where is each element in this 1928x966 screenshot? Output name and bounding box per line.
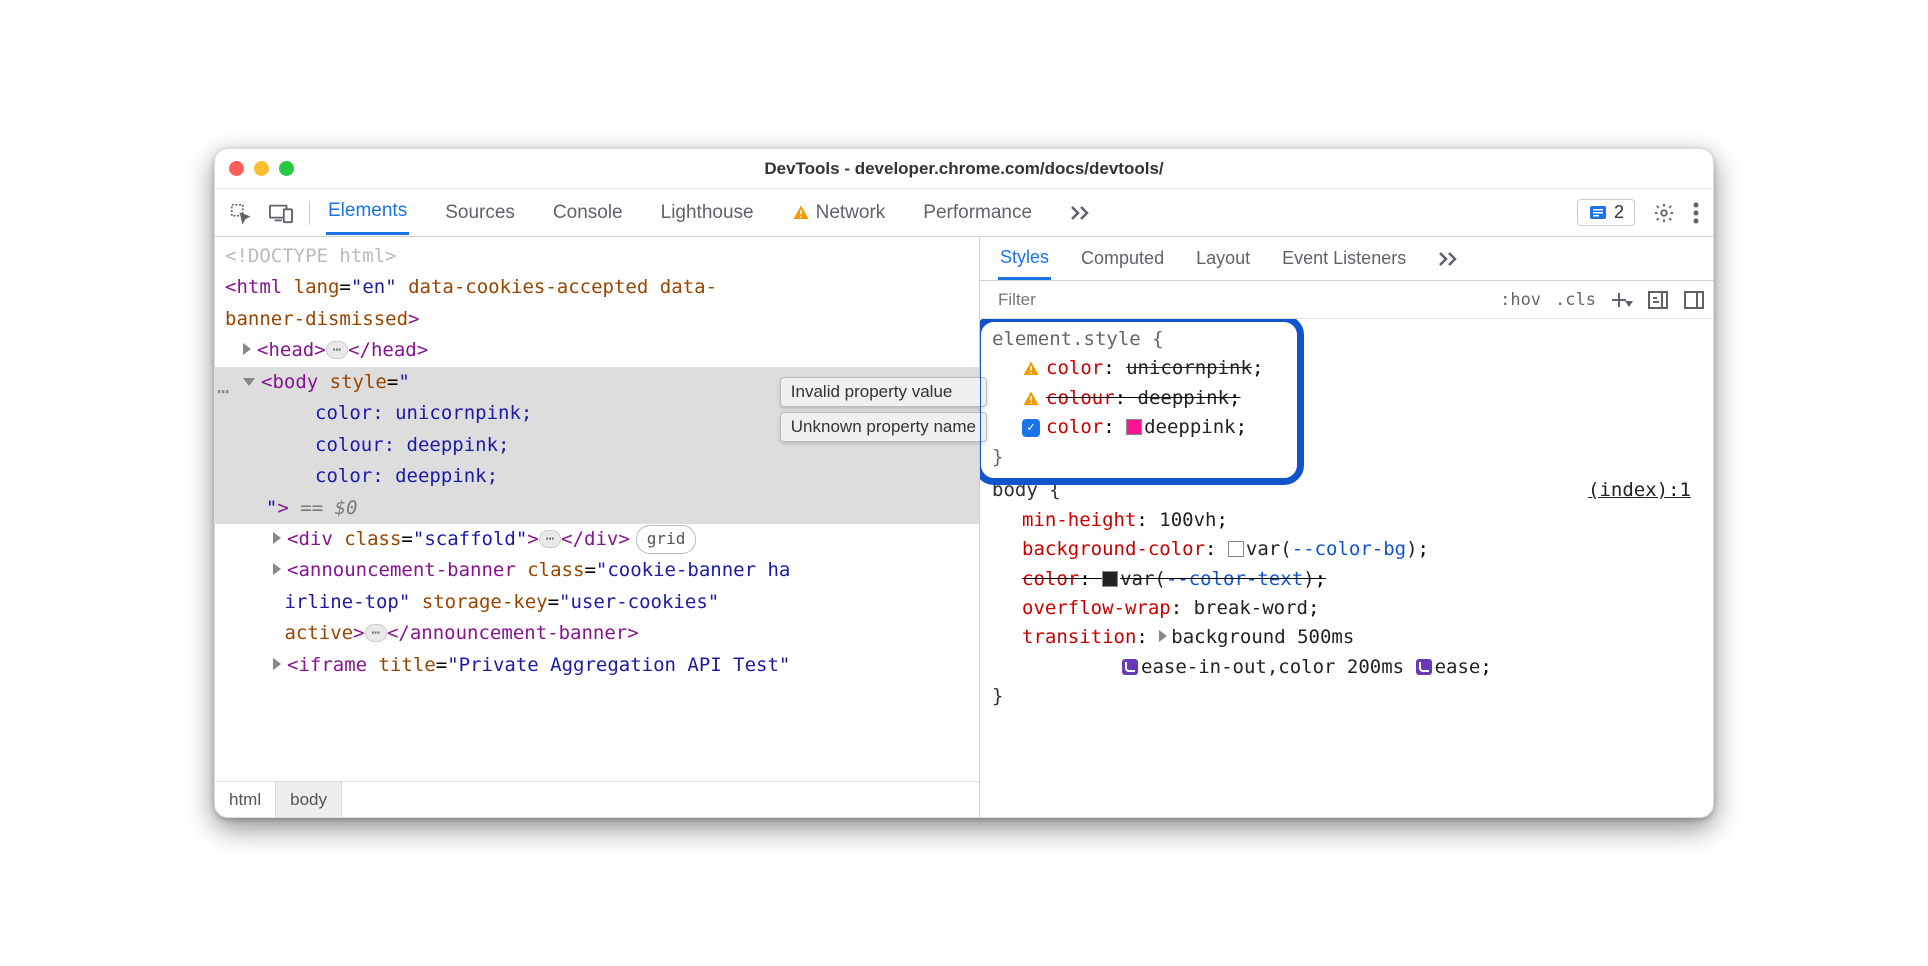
styles-subtabs: Styles Computed Layout Event Listeners (980, 237, 1713, 281)
main-tabs: Elements Sources Console Lighthouse Netw… (326, 190, 1577, 235)
dom-div-scaffold[interactable]: <div class="scaffold">⋯</div>grid (215, 524, 979, 555)
dom-body-style-3[interactable]: color: deeppink; (215, 461, 979, 492)
prop-color-unicornpink[interactable]: color: unicornpink; (992, 354, 1701, 383)
minimize-window-button[interactable] (254, 161, 269, 176)
maximize-window-button[interactable] (279, 161, 294, 176)
color-swatch-icon[interactable] (1228, 541, 1244, 557)
color-swatch-icon[interactable] (1126, 419, 1142, 435)
traffic-lights (229, 161, 294, 176)
crumb-body[interactable]: body (276, 782, 342, 817)
inspect-element-icon[interactable] (229, 202, 251, 224)
prop-background-color[interactable]: background-color: var(--color-bg); (992, 535, 1701, 564)
window-title: DevTools - developer.chrome.com/docs/dev… (215, 159, 1713, 179)
bezier-editor-icon[interactable] (1416, 659, 1432, 675)
kebab-menu-icon[interactable] (1693, 202, 1699, 224)
new-style-rule-icon[interactable] (1610, 291, 1633, 309)
prop-overflow-wrap[interactable]: overflow-wrap: break-word; (992, 594, 1701, 623)
devtools-window: DevTools - developer.chrome.com/docs/dev… (214, 148, 1714, 818)
dom-iframe[interactable]: <iframe title="Private Aggregation API T… (215, 650, 979, 681)
cls-toggle[interactable]: .cls (1555, 290, 1596, 310)
warning-tooltips: Invalid property value Unknown property … (780, 377, 987, 442)
tab-elements[interactable]: Elements (326, 190, 409, 235)
subtab-computed[interactable]: Computed (1079, 239, 1166, 278)
source-link[interactable]: (index):1 (1588, 476, 1691, 505)
more-tabs-icon[interactable] (1068, 204, 1092, 222)
warning-icon (1022, 360, 1040, 378)
main-toolbar: Elements Sources Console Lighthouse Netw… (215, 189, 1713, 237)
settings-gear-icon[interactable] (1653, 202, 1675, 224)
styles-panel: Styles Computed Layout Event Listeners :… (980, 237, 1713, 817)
dom-body-open-end[interactable]: "> == $0 (215, 493, 979, 524)
dom-head[interactable]: <head>⋯</head> (215, 335, 979, 366)
subtab-event-listeners[interactable]: Event Listeners (1280, 239, 1408, 278)
tab-sources[interactable]: Sources (443, 192, 517, 234)
dom-tree[interactable]: <!DOCTYPE html> <html lang="en" data-coo… (215, 237, 979, 781)
toggle-sidebar-icon[interactable] (1683, 290, 1705, 310)
elements-panel: ⋯ Invalid property value Unknown propert… (215, 237, 980, 817)
subtab-layout[interactable]: Layout (1194, 239, 1252, 278)
warning-icon (792, 204, 810, 222)
prop-colour-deeppink[interactable]: colour: deeppink; (992, 384, 1701, 413)
expand-arrow-icon[interactable] (1159, 630, 1167, 642)
subtab-styles[interactable]: Styles (998, 238, 1051, 280)
tooltip-invalid-value: Invalid property value (780, 377, 987, 407)
device-toggle-icon[interactable] (269, 202, 293, 224)
dom-html-open[interactable]: <html lang="en" data-cookies-accepted da… (215, 272, 979, 303)
prop-transition-cont[interactable]: ease-in-out,color 200ms ease; (992, 653, 1701, 682)
issues-badge[interactable]: 2 (1577, 199, 1635, 226)
close-window-button[interactable] (229, 161, 244, 176)
prop-transition[interactable]: transition: background 500ms (992, 623, 1701, 652)
prop-min-height[interactable]: min-height: 100vh; (992, 506, 1701, 535)
dom-announcement-3[interactable]: active>⋯</announcement-banner> (215, 618, 979, 649)
body-rule[interactable]: (index):1 body { min-height: 100vh; back… (992, 476, 1701, 712)
filter-input[interactable] (998, 290, 1486, 310)
warning-icon (1022, 390, 1040, 408)
titlebar: DevTools - developer.chrome.com/docs/dev… (215, 149, 1713, 189)
dom-doctype[interactable]: <!DOCTYPE html> (215, 241, 979, 272)
more-subtabs-icon[interactable] (1436, 250, 1460, 268)
tab-network[interactable]: Network (790, 192, 888, 234)
dom-announcement-1[interactable]: <announcement-banner class="cookie-banne… (215, 555, 979, 586)
element-style-selector: element.style { (992, 325, 1701, 354)
tab-lighthouse[interactable]: Lighthouse (659, 192, 756, 234)
computed-styles-toggle-icon[interactable] (1647, 290, 1669, 310)
prop-color-overridden[interactable]: color: var(--color-text); (992, 565, 1701, 594)
prop-color-deeppink[interactable]: ✓ color: deeppink; (992, 413, 1701, 442)
checkbox-icon[interactable]: ✓ (1022, 419, 1040, 437)
dom-html-open-2[interactable]: banner-dismissed> (215, 304, 979, 335)
tooltip-unknown-prop: Unknown property name (780, 412, 987, 442)
breadcrumb: html body (215, 781, 979, 817)
element-style-rule[interactable]: element.style { color: unicornpink; colo… (992, 325, 1701, 472)
tab-console[interactable]: Console (551, 192, 625, 234)
filter-row: :hov .cls (980, 281, 1713, 319)
issues-icon (1588, 204, 1608, 222)
content-area: ⋯ Invalid property value Unknown propert… (215, 237, 1713, 817)
styles-body[interactable]: element.style { color: unicornpink; colo… (980, 319, 1713, 817)
dom-announcement-2[interactable]: irline-top" storage-key="user-cookies" (215, 587, 979, 618)
tab-performance[interactable]: Performance (921, 192, 1034, 234)
color-swatch-icon[interactable] (1102, 571, 1118, 587)
overflow-dots-icon[interactable]: ⋯ (217, 379, 227, 403)
bezier-editor-icon[interactable] (1122, 659, 1138, 675)
crumb-html[interactable]: html (215, 782, 276, 817)
hov-toggle[interactable]: :hov (1500, 290, 1541, 310)
